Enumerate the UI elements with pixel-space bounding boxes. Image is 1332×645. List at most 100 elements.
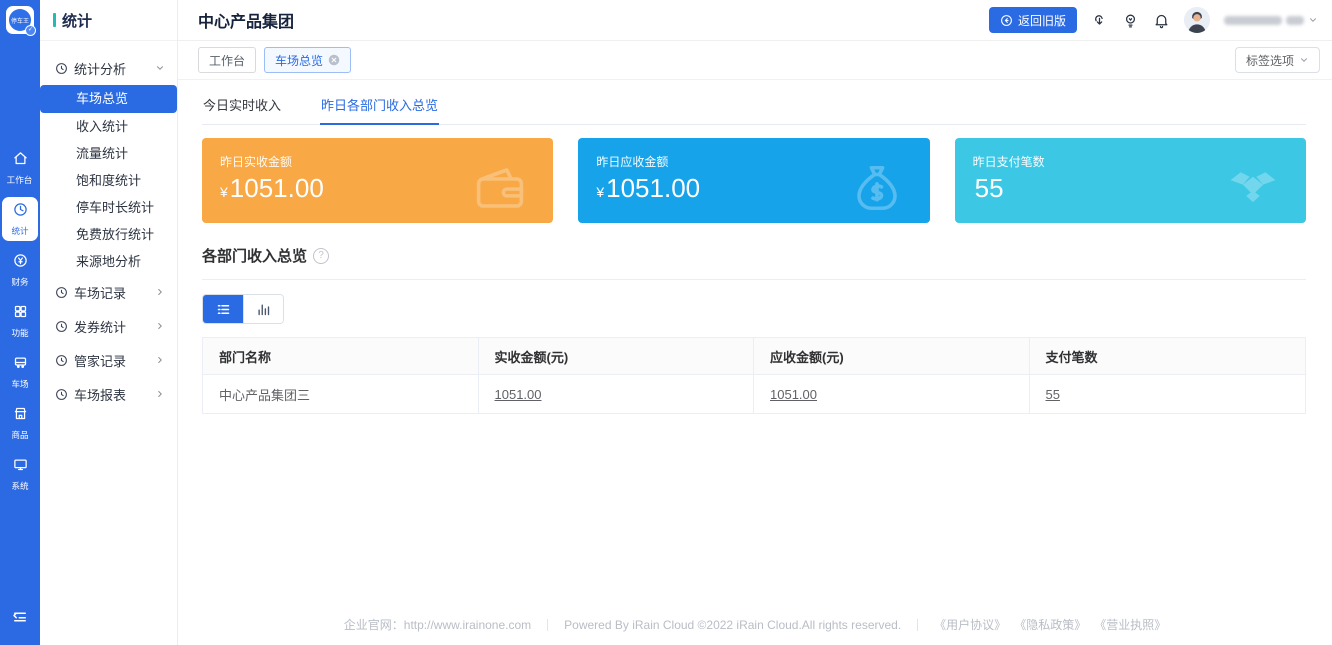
main-header: 中心产品集团 返回旧版 — [178, 0, 1332, 41]
sidebar-group-stat-analysis[interactable]: 统计分析 — [40, 51, 177, 85]
rail-item-modules[interactable]: 功能 — [2, 299, 38, 343]
tabs: 今日实时收入 昨日各部门收入总览 — [202, 90, 1306, 125]
main-area: 中心产品集团 返回旧版 工作台 车场总览 标签选项 今日实时收入 昨日各部门收入… — [178, 0, 1332, 645]
footer-link-privacy-policy[interactable]: 《隐私政策》 — [1014, 616, 1086, 633]
sidebar-group-parking-reports[interactable]: 车场报表 — [40, 377, 177, 411]
bar-chart-icon — [258, 303, 270, 315]
table-row: 中心产品集团三 1051.00 1051.00 55 — [203, 374, 1305, 413]
chevron-right-icon — [158, 356, 162, 364]
sidebar-group-coupon-stats[interactable]: 发券统计 — [40, 309, 177, 343]
tab-yesterday-dept-income[interactable]: 昨日各部门收入总览 — [320, 90, 440, 125]
handshake-icon — [1226, 161, 1280, 215]
column-header: 实收金额(元) — [478, 338, 754, 374]
section-title: 各部门收入总览 — [202, 248, 308, 265]
stat-cards: 昨日实收金额 ¥ 1051.00 昨日应收金额 ¥ 1051.00 昨日支付笔数… — [202, 138, 1306, 223]
content: 今日实时收入 昨日各部门收入总览 昨日实收金额 ¥ 1051.00 昨日应收金额 — [178, 80, 1332, 645]
sidebar-item-duration-stats[interactable]: 停车时长统计 — [40, 194, 177, 221]
download-icon[interactable] — [1091, 12, 1108, 29]
modules-icon — [13, 304, 28, 324]
currency-symbol: ¥ — [220, 184, 228, 200]
column-header: 部门名称 — [203, 338, 479, 374]
logo-check-badge: ✓ — [25, 25, 36, 36]
user-name-redacted — [1286, 15, 1304, 25]
footer-links: 《用户协议》 《隐私政策》 《营业执照》 — [918, 616, 1182, 633]
card-amount: 1051.00 — [606, 173, 701, 203]
rail-item-workbench[interactable]: 工作台 — [2, 146, 38, 190]
sidebar-item-parking-overview[interactable]: 车场总览 — [40, 85, 177, 113]
back-to-old-version-button[interactable]: 返回旧版 — [988, 7, 1077, 33]
clock-circle-icon — [56, 320, 67, 332]
rail-item-system[interactable]: 系统 — [2, 452, 38, 496]
clock-circle-icon — [56, 354, 67, 366]
sidebar-title-accent — [53, 13, 56, 27]
bulb-icon[interactable] — [1122, 12, 1139, 29]
rail-item-label: 车场 — [11, 379, 29, 389]
bell-icon[interactable] — [1153, 12, 1170, 29]
user-menu[interactable] — [1224, 15, 1318, 25]
list-view-button[interactable] — [203, 295, 243, 323]
chevron-right-icon — [158, 288, 162, 296]
rail-item-label: 功能 — [11, 328, 29, 338]
rail-item-label: 财务 — [11, 277, 29, 287]
finance-icon — [13, 253, 28, 273]
sidebar-group-label: 发券统计 — [74, 319, 127, 335]
tag-label: 工作台 — [209, 53, 246, 68]
sidebar-group-label: 车场报表 — [74, 387, 127, 403]
tab-today-realtime-income[interactable]: 今日实时收入 — [202, 90, 282, 124]
tag-bar: 工作台 车场总览 标签选项 — [178, 41, 1332, 80]
footer-copyright: Powered By iRain Cloud ©2022 iRain Cloud… — [564, 617, 902, 632]
rail-nav: 工作台 统计 财务 功能 车场 商品 系统 — [0, 34, 40, 608]
column-header: 支付笔数 — [1029, 338, 1305, 374]
footer: 企业官网：http://www.irainone.com Powered By … — [178, 616, 1332, 633]
sidebar-item-saturation-stats[interactable]: 饱和度统计 — [40, 167, 177, 194]
sidebar-item-origin-analysis[interactable]: 来源地分析 — [40, 248, 177, 275]
rail-item-finance[interactable]: 财务 — [2, 248, 38, 292]
rail-item-label: 商品 — [11, 430, 29, 440]
app-logo[interactable]: 停车王 ✓ — [6, 6, 36, 36]
close-icon[interactable] — [328, 54, 340, 66]
stats-icon — [13, 202, 28, 222]
rail-item-stats[interactable]: 统计 — [2, 197, 38, 241]
parking-icon — [13, 355, 28, 375]
system-icon — [13, 457, 28, 477]
chart-view-button[interactable] — [243, 295, 283, 323]
card-amount: 55 — [974, 173, 1004, 203]
primary-nav-rail: 停车王 ✓ 工作台 统计 财务 功能 车场 商品 系统 — [0, 0, 40, 645]
sidebar-item-free-pass-stats[interactable]: 免费放行统计 — [40, 221, 177, 248]
rail-item-parking[interactable]: 车场 — [2, 350, 38, 394]
card-yesterday-payment-count: 昨日支付笔数 55 — [954, 138, 1306, 223]
received-amount-link[interactable]: 1051.00 — [495, 387, 542, 402]
collapse-sidebar-icon[interactable] — [11, 608, 29, 631]
rail-item-label: 系统 — [11, 481, 29, 491]
footer-link-business-license[interactable]: 《营业执照》 — [1094, 616, 1166, 633]
dept-income-table: 部门名称 实收金额(元) 应收金额(元) 支付笔数 中心产品集团三 1051.0… — [202, 337, 1306, 414]
payment-count-link[interactable]: 55 — [1046, 387, 1060, 402]
sidebar-group-parking-records[interactable]: 车场记录 — [40, 275, 177, 309]
tag-parking-overview[interactable]: 车场总览 — [264, 47, 352, 73]
column-header: 应收金额(元) — [754, 338, 1030, 374]
avatar[interactable] — [1184, 7, 1210, 33]
footer-site: 企业官网：http://www.irainone.com — [343, 618, 532, 632]
sidebar-group-label: 管家记录 — [74, 353, 127, 369]
rail-item-goods[interactable]: 商品 — [2, 401, 38, 445]
help-icon[interactable] — [313, 247, 330, 264]
sidebar-group-steward-records[interactable]: 管家记录 — [40, 343, 177, 377]
tag-options-button[interactable]: 标签选项 — [1234, 47, 1320, 73]
clock-circle-icon — [56, 286, 67, 298]
sidebar-item-traffic-stats[interactable]: 流量统计 — [40, 140, 177, 167]
chevron-right-icon — [158, 322, 162, 330]
sidebar-title: 统计 — [62, 12, 93, 30]
tag-workbench[interactable]: 工作台 — [198, 47, 257, 73]
footer-link-user-agreement[interactable]: 《用户协议》 — [934, 616, 1006, 633]
tag-label: 车场总览 — [275, 53, 324, 68]
card-amount: 1051.00 — [229, 173, 324, 203]
page-title: 中心产品集团 — [198, 14, 295, 31]
sidebar-item-income-stats[interactable]: 收入统计 — [40, 113, 177, 140]
receivable-amount-link[interactable]: 1051.00 — [770, 387, 817, 402]
table-header-row: 部门名称 实收金额(元) 应收金额(元) 支付笔数 — [203, 338, 1305, 374]
chevron-down-icon — [1308, 15, 1318, 25]
clock-circle-icon — [56, 388, 67, 400]
currency-symbol: ¥ — [596, 184, 605, 200]
sidebar-group-label: 车场记录 — [74, 285, 127, 301]
list-icon — [217, 304, 229, 314]
